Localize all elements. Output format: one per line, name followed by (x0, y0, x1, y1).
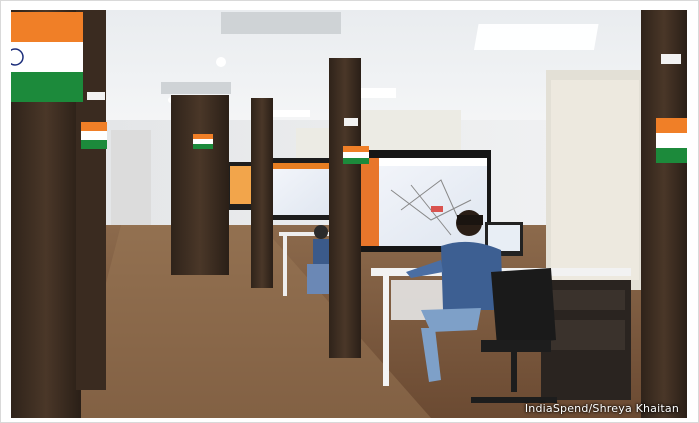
flag-left (11, 12, 83, 102)
photo-credit: IndiaSpend/Shreya Khaitan (524, 402, 679, 415)
photo-frame: IndiaSpend/Shreya Khaitan (0, 0, 699, 423)
office-photo: IndiaSpend/Shreya Khaitan (11, 10, 687, 418)
photo-scene (11, 10, 687, 418)
